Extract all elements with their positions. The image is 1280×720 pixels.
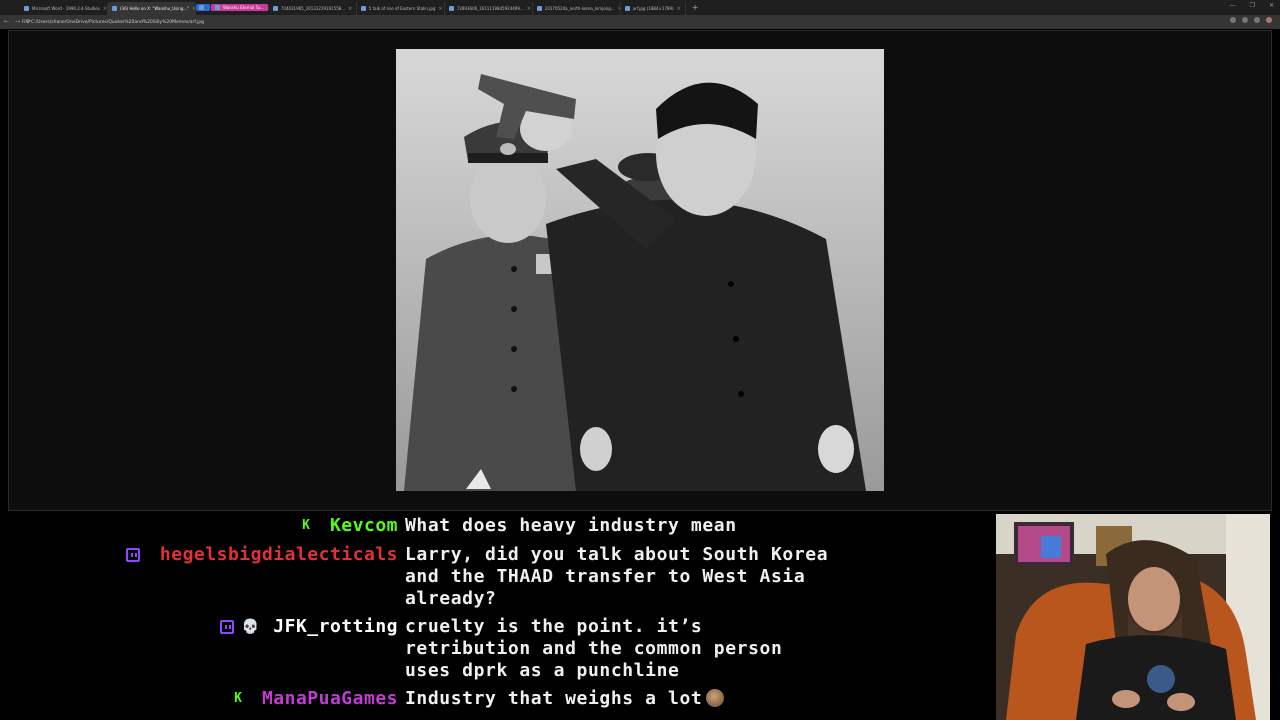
- browser-tab[interactable]: 704431965_20131229161558... ×: [269, 2, 357, 15]
- tab-label: arf.jpg (1884×1789): [632, 6, 674, 11]
- maximize-button[interactable]: ❐: [1250, 2, 1255, 9]
- tab-label: (36) Hello on X: "Wanshu_Using...": [120, 6, 190, 11]
- tab-favicon-icon: [112, 6, 117, 11]
- tab-favicon-icon: [215, 5, 220, 10]
- reload-icon[interactable]: ⟳: [26, 18, 31, 25]
- tab-label: 704431965_20131229161558...: [280, 6, 346, 11]
- tab-favicon-icon: [199, 5, 204, 10]
- tab-favicon-icon: [24, 6, 29, 11]
- twitch-icon: [125, 547, 140, 562]
- tab-label: 5 talk of rise of Eastern Stalin.jpg: [368, 6, 436, 11]
- emote-icon: [706, 689, 725, 707]
- browser-tab[interactable]: (36) Hello on X: "Wanshu_Using..." ×: [108, 2, 196, 15]
- chat-text: What does heavy industry mean: [405, 515, 737, 536]
- tab-label: Wanshu Eternal Tu...: [223, 5, 264, 10]
- minimize-button[interactable]: —: [1230, 2, 1236, 9]
- tab-label: 20170524a_north-korea_kimjong...: [544, 6, 615, 11]
- chat-text-content: Industry that weighs a lot: [405, 688, 703, 709]
- tab-favicon-icon: [272, 6, 278, 11]
- close-tab-icon[interactable]: ×: [103, 6, 107, 12]
- chat-author: K Kevcom: [302, 515, 398, 536]
- twitch-icon: [219, 619, 234, 634]
- chat-text: Industry that weighs a lot: [405, 688, 965, 710]
- skull-icon: 💀: [241, 618, 260, 635]
- viewed-photo: [396, 49, 884, 491]
- address-text[interactable]: File C:/Users/shane/OneDrive/Pictures/Qu…: [22, 20, 204, 25]
- close-tab-icon[interactable]: ×: [348, 6, 352, 12]
- new-tab-button[interactable]: +: [692, 3, 699, 12]
- close-tab-icon[interactable]: ×: [527, 6, 531, 12]
- back-icon[interactable]: ←: [4, 18, 9, 25]
- tab-favicon-icon: [536, 6, 542, 11]
- browser-tab[interactable]: 72893606_1611119845924499... ×: [445, 2, 533, 15]
- tab-label: 72893606_1611119845924499...: [456, 6, 524, 11]
- browser-tab-bar: Microsoft Word - 1990.2.4-Studies × (36) H…: [0, 0, 1280, 15]
- kick-icon: K: [302, 518, 310, 533]
- tab-favicon-icon: [624, 6, 630, 11]
- chat-username: JFK_rotting: [273, 616, 398, 637]
- browser-tab[interactable]: 20170524a_north-korea_kimjong...×: [533, 2, 621, 15]
- download-icon[interactable]: [1254, 17, 1260, 23]
- browser-tab[interactable]: 5 talk of rise of Eastern Stalin.jpg ×: [357, 2, 445, 15]
- profile-avatar[interactable]: [1266, 17, 1272, 23]
- chat-author: 💀 JFK_rotting: [219, 616, 398, 637]
- bookmark-icon[interactable]: [1242, 17, 1248, 23]
- chat-author: K ManaPuaGames: [234, 688, 398, 709]
- chat-username: Kevcom: [329, 515, 398, 536]
- chat-username: hegelsbigdialecticals: [159, 544, 398, 565]
- kick-icon: K: [234, 691, 242, 706]
- address-bar[interactable]: File C:/Users/shane/OneDrive/Pictures/Qu…: [0, 15, 1280, 29]
- webcam-feed: [996, 514, 1270, 720]
- webcam-illustration: [996, 514, 1270, 720]
- forward-icon[interactable]: →: [15, 18, 20, 25]
- browser-tab[interactable]: Microsoft Word - 1990.2.4-Studies ×: [20, 2, 108, 15]
- tab-strip: Microsoft Word - 1990.2.4-Studies × (36) H…: [0, 0, 686, 15]
- chat-text: cruelty is the point. it’s retribution a…: [405, 616, 783, 681]
- window-controls: — ❐ ✕: [1230, 2, 1274, 9]
- tab-favicon-icon: [360, 6, 366, 11]
- chat-username: ManaPuaGames: [261, 688, 398, 709]
- close-tab-icon[interactable]: ×: [677, 6, 681, 12]
- chat-text: Larry, did you talk about South Korea an…: [405, 544, 829, 609]
- toolbar-icons: [1230, 17, 1272, 23]
- close-window-button[interactable]: ✕: [1269, 2, 1274, 9]
- browser-tab[interactable]: Wanshu Eternal Tu...: [211, 4, 269, 11]
- browser-tab[interactable]: [196, 4, 211, 11]
- tab-favicon-icon: [448, 6, 454, 11]
- browser-tab[interactable]: arf.jpg (1884×1789) ×: [621, 2, 686, 15]
- photo-illustration: [396, 49, 884, 491]
- nav-buttons: ← → ⟳: [4, 18, 31, 25]
- chat-overlay: K Kevcom What does heavy industry mean h…: [0, 511, 996, 720]
- tab-label: Microsoft Word - 1990.2.4-Studies: [32, 6, 100, 11]
- close-tab-icon[interactable]: ×: [438, 6, 442, 12]
- chat-author: hegelsbigdialecticals: [125, 544, 398, 565]
- extension-icon[interactable]: [1230, 17, 1236, 23]
